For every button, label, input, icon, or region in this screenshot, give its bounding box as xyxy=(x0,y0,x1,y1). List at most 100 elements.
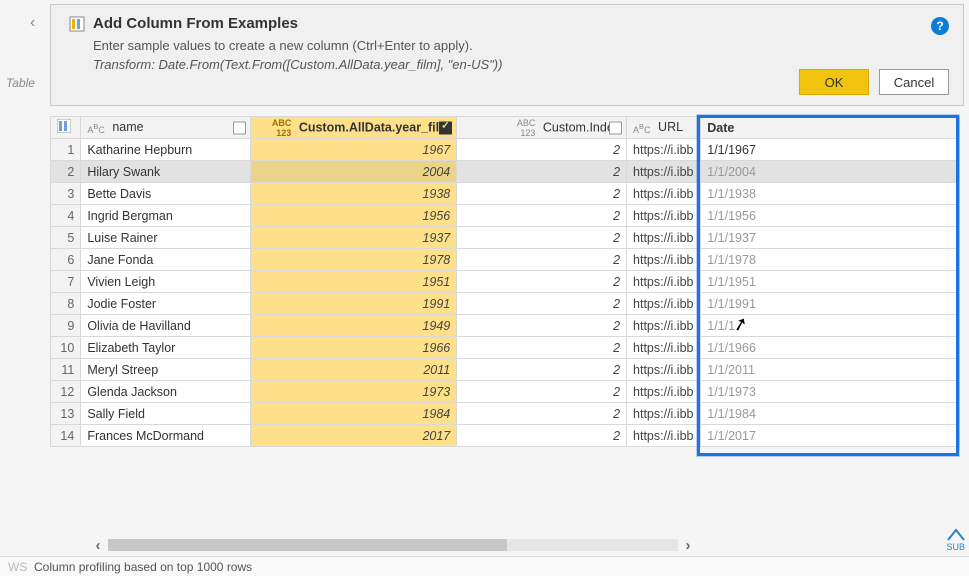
scroll-track[interactable] xyxy=(108,539,678,551)
horizontal-scrollbar[interactable]: ‹ › xyxy=(88,536,698,554)
cell-url[interactable]: https://i.ibb xyxy=(627,337,701,359)
cell-url[interactable]: https://i.ibb xyxy=(627,381,701,403)
cell-year[interactable]: 1973 xyxy=(251,381,457,403)
cell-year[interactable]: 1951 xyxy=(251,271,457,293)
cancel-button[interactable]: Cancel xyxy=(879,69,949,95)
table-row[interactable]: 2Hilary Swank20042https://i.ibb1/1/2004 xyxy=(51,161,960,183)
column-header-url[interactable]: ABC URL xyxy=(627,117,701,139)
cell-index[interactable]: 2 xyxy=(457,293,627,315)
cell-url[interactable]: https://i.ibb xyxy=(627,271,701,293)
help-icon[interactable]: ? xyxy=(931,17,949,35)
table-row[interactable]: 1Katharine Hepburn19672https://i.ibb1/1/… xyxy=(51,139,960,161)
cell-name[interactable]: Luise Rainer xyxy=(81,227,251,249)
cell-name[interactable]: Meryl Streep xyxy=(81,359,251,381)
cell-year[interactable]: 1949 xyxy=(251,315,457,337)
cell-name[interactable]: Frances McDormand xyxy=(81,425,251,447)
column-header-date-new[interactable]: Date xyxy=(701,117,960,139)
cell-url[interactable]: https://i.ibb xyxy=(627,205,701,227)
table-row[interactable]: 5Luise Rainer19372https://i.ibb1/1/1937 xyxy=(51,227,960,249)
cell-url[interactable]: https://i.ibb xyxy=(627,227,701,249)
cell-index[interactable]: 2 xyxy=(457,359,627,381)
ok-button[interactable]: OK xyxy=(799,69,869,95)
column-header-year-film[interactable]: ABC123 Custom.AllData.year_film xyxy=(251,117,457,139)
cell-date-example[interactable]: 1/1/1951 xyxy=(701,271,960,293)
column-header-custom-index[interactable]: ABC123 Custom.Index xyxy=(457,117,627,139)
cell-index[interactable]: 2 xyxy=(457,139,627,161)
cell-index[interactable]: 2 xyxy=(457,271,627,293)
cell-year[interactable]: 1984 xyxy=(251,403,457,425)
cell-url[interactable]: https://i.ibb xyxy=(627,315,701,337)
cell-url[interactable]: https://i.ibb xyxy=(627,183,701,205)
cell-year[interactable]: 1978 xyxy=(251,249,457,271)
table-row[interactable]: 7Vivien Leigh19512https://i.ibb1/1/1951 xyxy=(51,271,960,293)
table-row[interactable]: 8Jodie Foster19912https://i.ibb1/1/1991 xyxy=(51,293,960,315)
cell-name[interactable]: Jodie Foster xyxy=(81,293,251,315)
cell-year[interactable]: 2011 xyxy=(251,359,457,381)
table-row[interactable]: 11Meryl Streep20112https://i.ibb1/1/2011 xyxy=(51,359,960,381)
cell-date-example[interactable]: 1/1/1956 xyxy=(701,205,960,227)
cell-name[interactable]: Bette Davis xyxy=(81,183,251,205)
cell-url[interactable]: https://i.ibb xyxy=(627,293,701,315)
cell-index[interactable]: 2 xyxy=(457,337,627,359)
cell-url[interactable]: https://i.ibb xyxy=(627,249,701,271)
column-select-checkbox-checked[interactable] xyxy=(439,121,452,134)
scroll-right-icon[interactable]: › xyxy=(678,537,698,554)
back-chevron-icon[interactable]: ‹ xyxy=(30,14,35,32)
submit-icon[interactable]: SUB xyxy=(946,527,965,552)
table-row[interactable]: 10Elizabeth Taylor19662https://i.ibb1/1/… xyxy=(51,337,960,359)
scroll-thumb[interactable] xyxy=(108,539,507,551)
scroll-left-icon[interactable]: ‹ xyxy=(88,537,108,554)
cell-date-example[interactable]: 1/1/1966 xyxy=(701,337,960,359)
cell-year[interactable]: 1966 xyxy=(251,337,457,359)
cell-year[interactable]: 2004 xyxy=(251,161,457,183)
cell-year[interactable]: 1956 xyxy=(251,205,457,227)
cell-date-example[interactable]: 1/1/1991 xyxy=(701,293,960,315)
cell-name[interactable]: Sally Field xyxy=(81,403,251,425)
cell-date-example[interactable]: 1/1/1967 xyxy=(701,139,960,161)
cell-year[interactable]: 1967 xyxy=(251,139,457,161)
cell-index[interactable]: 2 xyxy=(457,425,627,447)
cell-name[interactable]: Olivia de Havilland xyxy=(81,315,251,337)
cell-date-example[interactable]: 1/1/2011 xyxy=(701,359,960,381)
cell-date-example[interactable]: 1/1/1937 xyxy=(701,227,960,249)
table-corner-icon[interactable] xyxy=(51,117,81,139)
cell-date-example[interactable]: 1/1/1978 xyxy=(701,249,960,271)
cell-index[interactable]: 2 xyxy=(457,315,627,337)
cell-year[interactable]: 1937 xyxy=(251,227,457,249)
cell-index[interactable]: 2 xyxy=(457,227,627,249)
cell-date-example[interactable]: 1/1/1973 xyxy=(701,381,960,403)
cell-date-example[interactable]: 1/1/1984 xyxy=(701,403,960,425)
cell-url[interactable]: https://i.ibb xyxy=(627,359,701,381)
cell-name[interactable]: Elizabeth Taylor xyxy=(81,337,251,359)
table-row[interactable]: 6Jane Fonda19782https://i.ibb1/1/1978 xyxy=(51,249,960,271)
cell-name[interactable]: Ingrid Bergman xyxy=(81,205,251,227)
cell-date-example[interactable]: 1/1/1 xyxy=(701,315,960,337)
cell-index[interactable]: 2 xyxy=(457,381,627,403)
table-row[interactable]: 13Sally Field19842https://i.ibb1/1/1984 xyxy=(51,403,960,425)
cell-index[interactable]: 2 xyxy=(457,403,627,425)
cell-index[interactable]: 2 xyxy=(457,249,627,271)
cell-name[interactable]: Glenda Jackson xyxy=(81,381,251,403)
cell-name[interactable]: Vivien Leigh xyxy=(81,271,251,293)
column-header-name[interactable]: ABC name xyxy=(81,117,251,139)
cell-index[interactable]: 2 xyxy=(457,161,627,183)
table-row[interactable]: 14Frances McDormand20172https://i.ibb1/1… xyxy=(51,425,960,447)
cell-year[interactable]: 2017 xyxy=(251,425,457,447)
cell-year[interactable]: 1938 xyxy=(251,183,457,205)
cell-url[interactable]: https://i.ibb xyxy=(627,161,701,183)
cell-name[interactable]: Katharine Hepburn xyxy=(81,139,251,161)
cell-year[interactable]: 1991 xyxy=(251,293,457,315)
cell-name[interactable]: Hilary Swank xyxy=(81,161,251,183)
cell-url[interactable]: https://i.ibb xyxy=(627,139,701,161)
cell-date-example[interactable]: 1/1/1938 xyxy=(701,183,960,205)
cell-url[interactable]: https://i.ibb xyxy=(627,425,701,447)
cell-index[interactable]: 2 xyxy=(457,205,627,227)
table-row[interactable]: 9Olivia de Havilland19492https://i.ibb1/… xyxy=(51,315,960,337)
cell-name[interactable]: Jane Fonda xyxy=(81,249,251,271)
column-select-checkbox[interactable] xyxy=(233,121,246,134)
cell-date-example[interactable]: 1/1/2017 xyxy=(701,425,960,447)
cell-date-example[interactable]: 1/1/2004 xyxy=(701,161,960,183)
cell-index[interactable]: 2 xyxy=(457,183,627,205)
table-row[interactable]: 12Glenda Jackson19732https://i.ibb1/1/19… xyxy=(51,381,960,403)
column-select-checkbox[interactable] xyxy=(609,121,622,134)
